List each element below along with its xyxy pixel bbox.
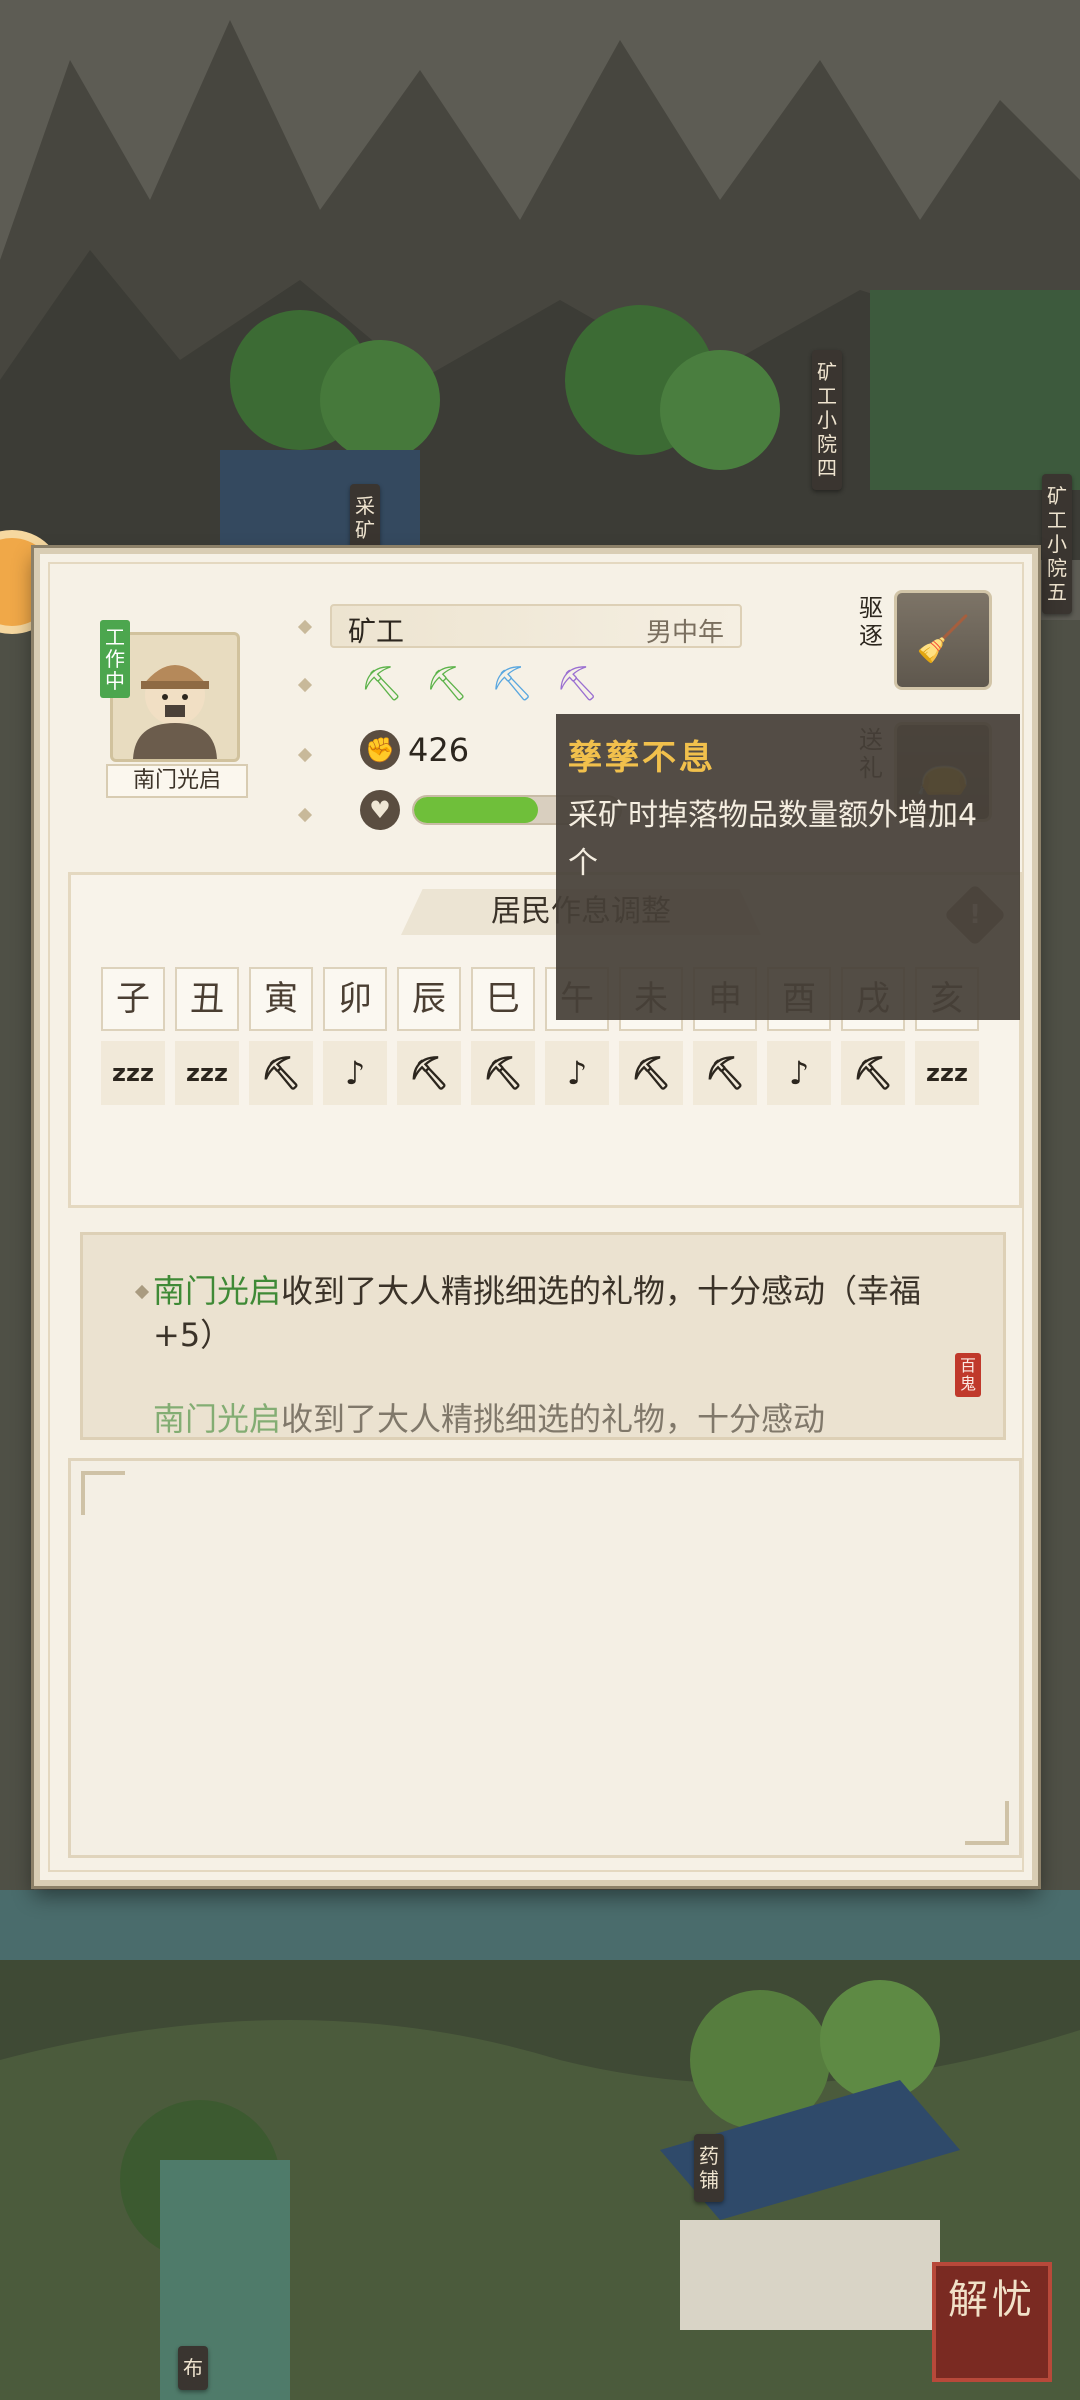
working-status-badge: 工作中 [100,620,130,698]
heart-icon: ♥ [360,790,400,830]
event-log[interactable]: 南门光启收到了大人精挑细选的礼物，十分感动（幸福+5） 南门光启收到了大人精挑细… [80,1232,1006,1440]
jieyou-button[interactable]: 解忧 [932,2262,1052,2382]
seal-stamp: 百鬼 [955,1353,981,1397]
strength-icon: ✊ [360,730,400,770]
sleep-icon[interactable]: zzz [915,1041,979,1105]
hour-cell: 丑 [175,967,239,1031]
expel-label: 驱逐 [859,594,883,650]
log-entry: 南门光启收到了大人精挑细选的礼物，十分感动（幸福+5） [153,1269,953,1357]
stat-value: 426 [408,731,470,769]
blue-pickaxe-icon[interactable]: ⛏ [490,664,533,704]
expel-button[interactable]: 🧹 [894,590,992,690]
row-bullet [297,677,313,693]
content-frame [68,1458,1022,1858]
map-sign-miner-yard-five[interactable]: 矿工小院五 [1042,474,1072,614]
frame-corner-ornament [81,1471,125,1515]
row-bullet [297,619,313,635]
log-entry-text: 收到了大人精挑细选的礼物，十分感动 [281,1400,826,1438]
happiness-bar-fill [414,797,538,823]
log-entry-resident: 南门光启 [153,1400,282,1438]
leisure-icon[interactable]: ♪ [545,1041,609,1105]
sleep-icon[interactable]: zzz [175,1041,239,1105]
map-sign-pharmacy[interactable]: 药铺 [694,2134,724,2202]
pickaxe-work-icon[interactable]: ⛏ [693,1041,757,1105]
job-bar: 矿工 男中年 [330,604,742,648]
hour-cell: 卯 [323,967,387,1031]
leisure-icon[interactable]: ♪ [323,1041,387,1105]
activity-row: zzz zzz ⛏ ♪ ⛏ ⛏ ♪ ⛏ ⛏ ♪ ⛏ zzz [101,1041,979,1105]
hour-cell: 子 [101,967,165,1031]
tooltip-title: 孳孳不息 [568,738,716,778]
frame-corner-ornament [965,1801,1009,1845]
map-sign-mining[interactable]: 采矿 [350,484,380,552]
trait-tooltip: 孳孳不息 采矿时掉落物品数量额外增加4个 [556,714,1020,1020]
pickaxe-work-icon[interactable]: ⛏ [841,1041,905,1105]
log-entry-resident: 南门光启 [153,1272,282,1310]
log-entry: 南门光启收到了大人精挑细选的礼物，十分感动 [153,1397,953,1438]
pickaxe-work-icon[interactable]: ⛏ [471,1041,535,1105]
pickaxe-work-icon[interactable]: ⛏ [619,1041,683,1105]
green-pickaxe-icon[interactable]: ⛏ [360,664,403,704]
resident-demographic: 男中年 [645,618,724,648]
leisure-icon[interactable]: ♪ [767,1041,831,1105]
broom-icon: 🧹 [915,614,971,665]
green-pickaxe-icon[interactable]: ⛏ [425,664,468,704]
stat-row: ✊ 426 [360,730,469,770]
sleep-icon[interactable]: zzz [101,1041,165,1105]
row-bullet [297,807,313,823]
hour-cell: 辰 [397,967,461,1031]
pickaxe-work-icon[interactable]: ⛏ [397,1041,461,1105]
hour-cell: 巳 [471,967,535,1031]
miner-portrait-icon [133,665,217,759]
map-sign-cloth[interactable]: 布 [178,2346,208,2390]
pickaxe-work-icon[interactable]: ⛏ [249,1041,313,1105]
job-title: 矿工 [348,615,405,648]
purple-pickaxe-icon[interactable]: ⛏ [556,664,599,704]
trait-icon-row: ⛏ ⛏ ⛏ ⛏ [360,664,599,704]
tooltip-description: 采矿时掉落物品数量额外增加4个 [568,798,978,881]
row-bullet [297,747,313,763]
resident-name: 南门光启 [106,764,248,798]
log-bullet [134,1284,150,1300]
hour-cell: 寅 [249,967,313,1031]
map-sign-miner-yard-four[interactable]: 矿工小院四 [812,350,842,490]
